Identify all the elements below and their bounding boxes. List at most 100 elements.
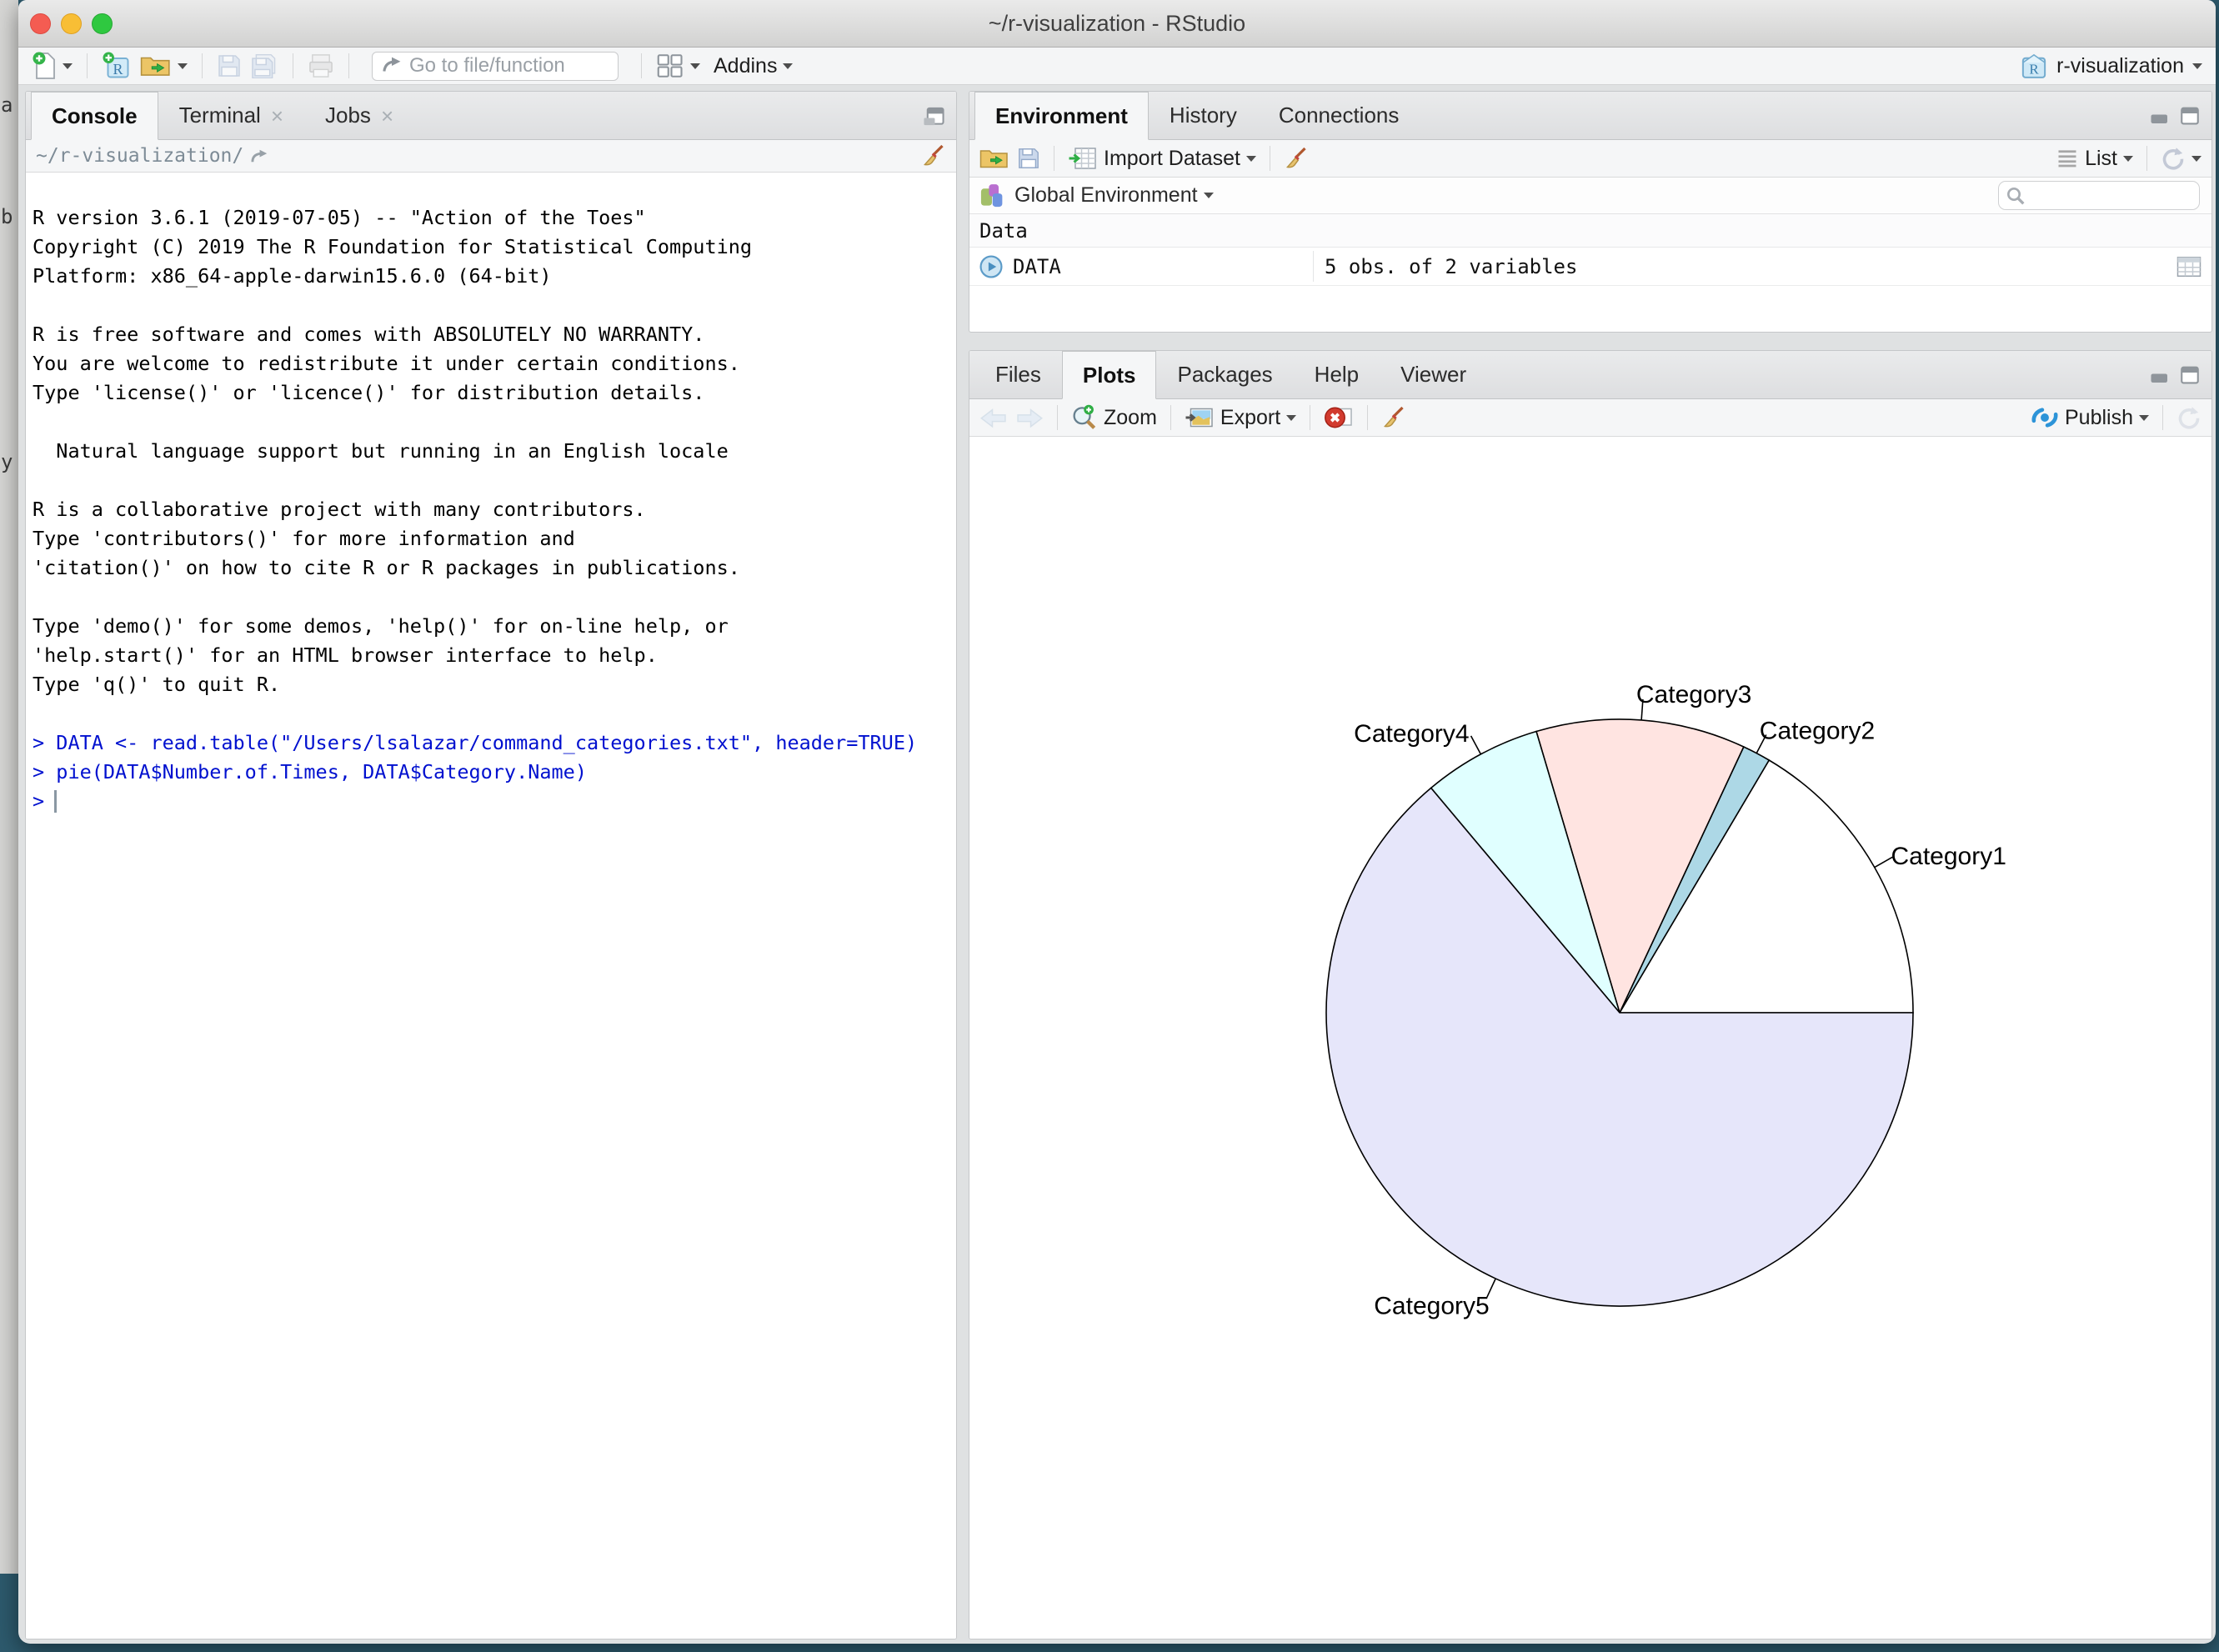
tab-jobs[interactable]: Jobs× [304,92,414,139]
refresh-plot-icon[interactable] [2176,405,2201,430]
background-text-fragment: b [1,205,13,228]
pane-layout-button[interactable] [656,53,700,78]
remove-plot-icon[interactable] [1324,405,1354,430]
tab-console[interactable]: Console [31,92,158,140]
save-button[interactable] [217,53,242,78]
tab-label: Help [1315,362,1359,388]
environment-tabbar: EnvironmentHistoryConnections [969,92,2211,140]
close-window-icon[interactable] [30,13,51,34]
tab-viewer[interactable]: Viewer [1380,351,1487,398]
chevron-down-icon [690,63,700,69]
tab-files[interactable]: Files [974,351,1062,398]
console-pane: ConsoleTerminal×Jobs× ~/r-visualization/ [25,91,957,1639]
export-plot-button[interactable]: Export [1185,405,1296,430]
chevron-down-icon [1204,193,1214,198]
new-file-button[interactable] [32,51,73,81]
import-dataset-label: Import Dataset [1104,147,1240,171]
plot-canvas: Category1Category2Category3Category4Cate… [969,438,2211,1639]
pie-label-tick [1471,736,1481,754]
import-dataset-icon [1068,146,1098,171]
tab-packages[interactable]: Packages [1156,351,1293,398]
plots-tabbar: FilesPlots Packages Help Viewer [969,351,2211,399]
background-text-fragment: y [1,450,13,473]
refresh-environment-button[interactable] [2161,146,2201,171]
minimize-window-icon[interactable] [61,13,82,34]
tab-environment[interactable]: Environment [974,92,1149,140]
tab-history[interactable]: History [1149,92,1258,139]
pie-label-category3: Category3 [1636,681,1751,708]
environment-search-box[interactable] [1998,181,2200,210]
previous-plot-icon[interactable] [979,406,1008,429]
save-workspace-icon[interactable] [1017,147,1040,170]
minimize-pane-icon[interactable] [2150,107,2170,125]
new-project-button[interactable]: R [102,51,132,81]
pie-label-category5: Category5 [1374,1293,1489,1320]
goto-arrow-icon [381,55,403,77]
tab-help[interactable]: Help [1294,351,1380,398]
maximize-pane-icon[interactable] [923,107,944,127]
environment-scope-dropdown[interactable]: Global Environment [1014,183,1214,208]
chevron-down-icon [2192,63,2202,69]
tab-connections[interactable]: Connections [1258,92,1420,139]
environment-pane: EnvironmentHistoryConnections [969,91,2212,333]
list-view-label: List [2085,147,2117,171]
object-name: DATA [1013,255,1061,278]
project-name-label: r-visualization [2056,54,2184,78]
chevron-down-icon [2123,156,2133,162]
export-image-icon [1185,405,1215,430]
environment-search-input[interactable] [2031,185,2192,207]
plots-toolbar: Zoom Export [969,399,2211,437]
console-output-line [33,408,951,437]
console-output[interactable]: R version 3.6.1 (2019-07-05) -- "Action … [26,173,956,1639]
tab-close-icon[interactable]: × [271,105,283,127]
goto-file-function-input[interactable] [409,54,609,78]
load-workspace-folder-icon[interactable] [979,146,1009,171]
publish-icon [2031,406,2059,429]
export-label: Export [1220,406,1280,430]
clear-console-broom-icon[interactable] [921,143,946,168]
environment-object-row[interactable]: DATA 5 obs. of 2 variables [969,248,2211,286]
refresh-icon [2161,146,2186,171]
zoom-plot-button[interactable]: Zoom [1071,404,1157,431]
view-table-icon[interactable] [2176,256,2201,278]
tab-label: Packages [1177,362,1272,388]
panes-grid-icon [656,53,684,78]
console-output-line: R is free software and comes with ABSOLU… [33,320,951,349]
next-plot-icon[interactable] [1015,406,1044,429]
tab-plots[interactable]: Plots [1062,351,1157,399]
environment-view-mode-button[interactable]: List [2056,147,2133,171]
tab-label: Viewer [1400,362,1466,388]
environment-toolbar: Import Dataset List [969,140,2211,178]
clear-plots-broom-icon[interactable] [1381,405,1406,430]
goto-directory-arrow-icon[interactable] [250,147,272,165]
save-all-button[interactable] [250,53,278,78]
console-output-line: Platform: x86_64-apple-darwin15.6.0 (64-… [33,262,951,291]
print-button[interactable] [308,53,334,78]
maximize-pane-icon[interactable] [2180,366,2200,384]
main-toolbar: R [18,48,2216,85]
pie-label-category4: Category4 [1354,720,1469,748]
clear-environment-broom-icon[interactable] [1284,146,1309,171]
traffic-lights [30,13,113,34]
goto-file-function-box[interactable] [372,52,619,81]
project-menu-button[interactable]: R r-visualization [2020,52,2202,80]
titlebar[interactable]: ~/r-visualization - RStudio [18,0,2216,48]
console-output-line: R version 3.6.1 (2019-07-05) -- "Action … [33,203,951,233]
publish-button[interactable]: Publish [2031,406,2149,430]
zoom-window-icon[interactable] [92,13,113,34]
console-output-line: Type 'contributors()' for more informati… [33,524,951,553]
tab-close-icon[interactable]: × [381,105,393,127]
object-value: 5 obs. of 2 variables [1311,255,1577,278]
expand-object-play-icon[interactable] [979,255,1003,278]
tab-terminal[interactable]: Terminal× [158,92,304,139]
working-directory-label: ~/r-visualization/ [36,145,243,167]
console-input-line: > pie(DATA$Number.of.Times, DATA$Categor… [33,758,951,787]
minimize-pane-icon[interactable] [2150,366,2170,384]
maximize-pane-icon[interactable] [2180,107,2200,125]
window-title: ~/r-visualization - RStudio [18,0,2216,47]
column-divider [1313,251,1314,282]
import-dataset-button[interactable]: Import Dataset [1068,146,1256,171]
chevron-down-icon [1286,415,1296,421]
open-file-button[interactable] [140,53,188,79]
addins-button[interactable]: Addins [714,54,793,78]
